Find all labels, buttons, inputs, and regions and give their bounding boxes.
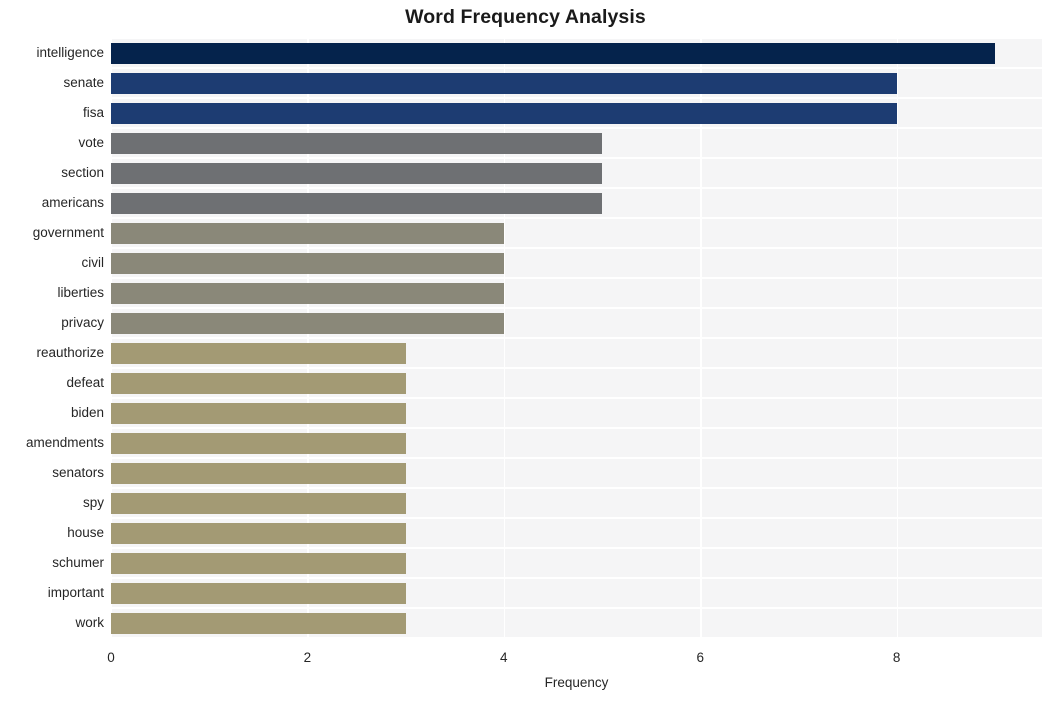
y-gridline bbox=[111, 397, 1042, 399]
y-gridline bbox=[111, 247, 1042, 249]
x-axis-label: Frequency bbox=[544, 675, 609, 690]
x-axis-tick-label: 0 bbox=[107, 650, 115, 665]
y-gridline bbox=[111, 67, 1042, 69]
bar[interactable] bbox=[111, 42, 995, 64]
y-gridline bbox=[111, 337, 1042, 339]
y-axis-tick-label: government bbox=[32, 225, 104, 240]
bar[interactable] bbox=[111, 402, 406, 424]
y-axis-tick-label: liberties bbox=[57, 285, 104, 300]
y-gridline bbox=[111, 97, 1042, 99]
bar[interactable] bbox=[111, 72, 897, 94]
y-axis-tick-label: vote bbox=[78, 135, 104, 150]
y-gridline bbox=[111, 637, 1042, 639]
chart-title: Word Frequency Analysis bbox=[405, 6, 646, 28]
y-gridline bbox=[111, 367, 1042, 369]
y-axis-tick-label: privacy bbox=[61, 315, 104, 330]
y-axis-tick-label: fisa bbox=[82, 105, 104, 120]
x-axis-tick-label: 4 bbox=[500, 650, 508, 665]
y-axis-tick-label: senators bbox=[52, 465, 104, 480]
y-gridline bbox=[111, 187, 1042, 189]
y-gridline bbox=[111, 607, 1042, 609]
bar[interactable] bbox=[111, 282, 504, 304]
bar[interactable] bbox=[111, 222, 504, 244]
y-gridline bbox=[111, 157, 1042, 159]
bar[interactable] bbox=[111, 462, 406, 484]
bar[interactable] bbox=[111, 342, 406, 364]
y-gridline bbox=[111, 37, 1042, 39]
bar[interactable] bbox=[111, 612, 406, 634]
x-axis-tick-label: 6 bbox=[696, 650, 704, 665]
y-gridline bbox=[111, 517, 1042, 519]
y-axis-tick-label: schumer bbox=[52, 555, 104, 570]
y-axis-tick-label: section bbox=[61, 165, 104, 180]
y-gridline bbox=[111, 577, 1042, 579]
x-axis-tick-labels: 0 2 4 6 8 bbox=[0, 650, 1051, 670]
bar[interactable] bbox=[111, 132, 603, 154]
y-gridline bbox=[111, 217, 1042, 219]
y-axis-tick-labels: intelligence senate fisa vote section america… bbox=[0, 38, 104, 638]
y-axis-tick-label: house bbox=[67, 525, 104, 540]
plot-area bbox=[111, 37, 1042, 639]
y-axis-tick-label: biden bbox=[70, 405, 104, 420]
y-axis-tick-label: defeat bbox=[66, 375, 104, 390]
bar[interactable] bbox=[111, 162, 603, 184]
y-gridline bbox=[111, 427, 1042, 429]
bar[interactable] bbox=[111, 372, 406, 394]
x-axis-tick-label: 2 bbox=[303, 650, 312, 665]
bar[interactable] bbox=[111, 492, 406, 514]
y-gridline bbox=[111, 547, 1042, 549]
bar[interactable] bbox=[111, 582, 406, 604]
bar[interactable] bbox=[111, 252, 504, 274]
y-axis-tick-label: work bbox=[75, 615, 104, 630]
y-axis-tick-label: amendments bbox=[25, 435, 104, 450]
x-axis-tick-label: 8 bbox=[892, 650, 901, 665]
y-gridline bbox=[111, 277, 1042, 279]
bar[interactable] bbox=[111, 192, 603, 214]
bar[interactable] bbox=[111, 552, 406, 574]
bar[interactable] bbox=[111, 432, 406, 454]
bar[interactable] bbox=[111, 522, 406, 544]
bar[interactable] bbox=[111, 102, 897, 124]
y-axis-tick-label: important bbox=[47, 585, 104, 600]
y-axis-tick-label: reauthorize bbox=[36, 345, 104, 360]
y-gridline bbox=[111, 127, 1042, 129]
y-gridline bbox=[111, 307, 1042, 309]
y-axis-tick-label: civil bbox=[81, 255, 105, 270]
word-frequency-chart: Word Frequency Analysis intelligence sena… bbox=[0, 0, 1051, 701]
bar[interactable] bbox=[111, 312, 504, 334]
y-axis-tick-label: spy bbox=[82, 495, 104, 510]
y-gridline bbox=[111, 487, 1042, 489]
y-axis-tick-label: senate bbox=[63, 75, 104, 90]
y-axis-tick-label: americans bbox=[41, 195, 104, 210]
y-axis-tick-label: intelligence bbox=[36, 45, 104, 60]
y-gridline bbox=[111, 457, 1042, 459]
